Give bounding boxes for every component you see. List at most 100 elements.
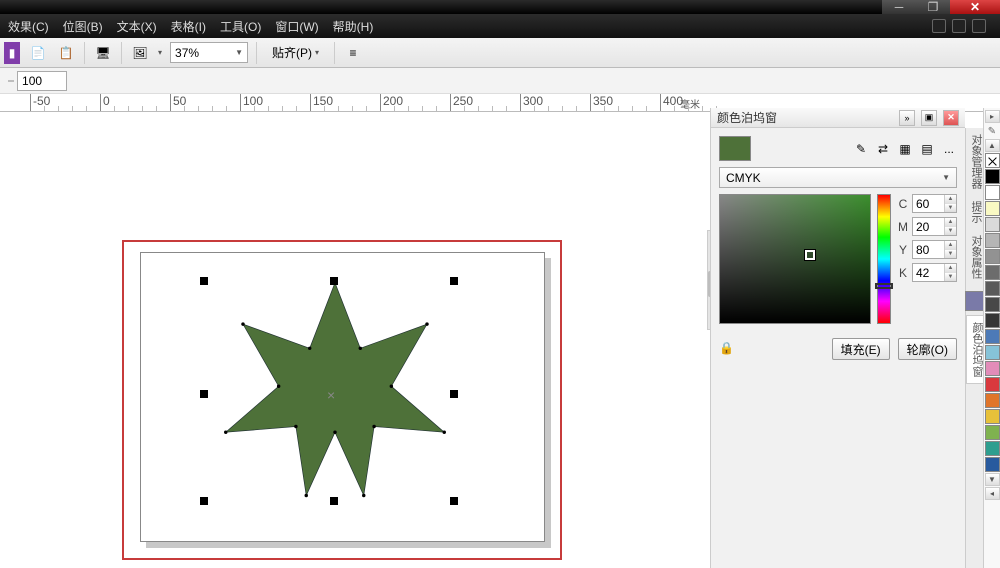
window-close-button[interactable]: ✕	[950, 0, 1000, 14]
app-icon[interactable]: ▮	[4, 42, 20, 64]
menu-bitmap[interactable]: 位图(B)	[63, 18, 103, 35]
menu-table[interactable]: 表格(I)	[171, 18, 206, 35]
menu-text[interactable]: 文本(X)	[117, 18, 157, 35]
spin-down[interactable]: ▼	[945, 250, 956, 259]
docker-collapse-button[interactable]: »	[899, 110, 915, 126]
handle-bot-mid[interactable]	[330, 497, 338, 505]
palette-swatch[interactable]	[985, 281, 1000, 296]
color-model-select[interactable]: CMYK ▼	[719, 167, 957, 188]
color-docker: 颜色泊坞窗 » ▣ ✕ ✎ ⇄ ▦ ▤ ... CMYK ▼	[710, 108, 965, 568]
palette-swatch[interactable]	[985, 313, 1000, 328]
numeric-input[interactable]: 100	[17, 71, 67, 91]
spin-down[interactable]: ▼	[945, 227, 956, 236]
doc-close-button[interactable]	[972, 19, 986, 33]
separator	[334, 42, 335, 64]
palette-swatch[interactable]	[985, 361, 1000, 376]
color-field[interactable]	[719, 194, 871, 324]
input-c[interactable]: 60▲▼	[912, 194, 957, 213]
palette-swatch[interactable]	[985, 297, 1000, 312]
palette-scroll-down[interactable]: ▼	[985, 473, 1000, 486]
palette-expand-button[interactable]: ◂	[985, 487, 1000, 500]
doc-restore-button[interactable]	[952, 19, 966, 33]
palette-swatch[interactable]	[985, 249, 1000, 264]
hue-slider[interactable]	[877, 194, 891, 324]
ruler-tick: 250	[450, 94, 473, 112]
docker-body: ✎ ⇄ ▦ ▤ ... CMYK ▼ C 60▲▼ M 20▲▼	[711, 128, 965, 368]
paste-button[interactable]: 📋	[56, 43, 76, 63]
handle-top-right[interactable]	[450, 277, 458, 285]
spin-down[interactable]: ▼	[945, 273, 956, 282]
current-color-swatch[interactable]	[719, 136, 751, 161]
options-row: ⎯ 100	[0, 68, 1000, 94]
palette-swatch[interactable]	[985, 393, 1000, 408]
palette-swatch[interactable]	[985, 425, 1000, 440]
lock-icon[interactable]: 🔒	[719, 341, 735, 357]
handle-mid-right[interactable]	[450, 390, 458, 398]
docker-title: 颜色泊坞窗	[717, 109, 893, 126]
spin-up[interactable]: ▲	[945, 218, 956, 227]
palette-swatch[interactable]	[985, 377, 1000, 392]
palette-scroll-up[interactable]: ▲	[985, 139, 1000, 152]
palette-swatch[interactable]	[985, 201, 1000, 216]
palette-swatch[interactable]	[985, 217, 1000, 232]
prefix-icon: ⎯	[8, 73, 14, 88]
palette-swatch[interactable]	[985, 409, 1000, 424]
docker-more-button[interactable]: ...	[941, 141, 957, 157]
handle-mid-left[interactable]	[200, 390, 208, 398]
chevron-down-icon: ▾	[315, 48, 319, 57]
input-m[interactable]: 20▲▼	[912, 217, 957, 236]
handle-bot-left[interactable]	[200, 497, 208, 505]
palette-swatch[interactable]	[985, 265, 1000, 280]
image-button[interactable]: 🖼	[130, 43, 150, 63]
docker-close-button[interactable]: ✕	[943, 110, 959, 126]
ruler-tick: 0	[100, 94, 110, 112]
menu-effects[interactable]: 效果(C)	[8, 18, 49, 35]
outline-button[interactable]: 轮廓(O)	[898, 338, 957, 360]
palette-swatch[interactable]	[985, 441, 1000, 456]
handle-bot-right[interactable]	[450, 497, 458, 505]
menu-window[interactable]: 窗口(W)	[275, 18, 318, 35]
palette-swatch[interactable]	[985, 233, 1000, 248]
menu-tools[interactable]: 工具(O)	[220, 18, 261, 35]
color-field-thumb[interactable]	[805, 250, 815, 260]
handle-top-left[interactable]	[200, 277, 208, 285]
handle-top-mid[interactable]	[330, 277, 338, 285]
spin-up[interactable]: ▲	[945, 241, 956, 250]
palette-menu-button[interactable]: ▸	[985, 110, 1000, 123]
spin-up[interactable]: ▲	[945, 195, 956, 204]
swatch-none[interactable]	[985, 153, 1000, 168]
snap-button[interactable]: 贴齐(P) ▾	[265, 42, 326, 64]
doc-minimize-button[interactable]	[932, 19, 946, 33]
hue-marker[interactable]	[875, 283, 893, 289]
docker-header[interactable]: 颜色泊坞窗 » ▣ ✕	[711, 108, 965, 128]
selection-center-icon[interactable]: ×	[327, 387, 335, 403]
input-y[interactable]: 80▲▼	[912, 240, 957, 259]
spin-down[interactable]: ▼	[945, 204, 956, 213]
zoom-select[interactable]: 37% ▼	[170, 42, 248, 63]
input-k[interactable]: 42▲▼	[912, 263, 957, 282]
palette-swatch[interactable]	[985, 169, 1000, 184]
fullscreen-button[interactable]: 🖥	[93, 43, 113, 63]
spin-up[interactable]: ▲	[945, 264, 956, 273]
options-button[interactable]: ≡	[343, 43, 363, 63]
palettes-icon[interactable]: ▤	[919, 141, 935, 157]
palette-swatch[interactable]	[985, 185, 1000, 200]
sliders-icon[interactable]: ⇄	[875, 141, 891, 157]
fill-button[interactable]: 填充(E)	[832, 338, 890, 360]
eyedropper-mini-icon[interactable]: ✎	[985, 124, 999, 138]
palette-swatch[interactable]	[985, 345, 1000, 360]
copy-button[interactable]: 📄	[28, 43, 48, 63]
menu-help[interactable]: 帮助(H)	[333, 18, 374, 35]
eyedropper-icon[interactable]: ✎	[853, 141, 869, 157]
color-viewer-icon[interactable]: ▦	[897, 141, 913, 157]
fill-preview-swatch[interactable]	[965, 291, 985, 311]
canvas-area[interactable]: ×	[0, 112, 710, 568]
snap-label: 贴齐(P)	[272, 44, 312, 61]
docker-menu-button[interactable]: ▣	[921, 110, 937, 126]
ruler-tick: -50	[30, 94, 50, 112]
palette-swatch[interactable]	[985, 329, 1000, 344]
window-minimize-button[interactable]: ─	[882, 0, 916, 14]
palette-swatch[interactable]	[985, 457, 1000, 472]
window-maximize-button[interactable]: ❐	[916, 0, 950, 14]
dropdown-arrow-icon[interactable]: ▾	[158, 48, 162, 57]
